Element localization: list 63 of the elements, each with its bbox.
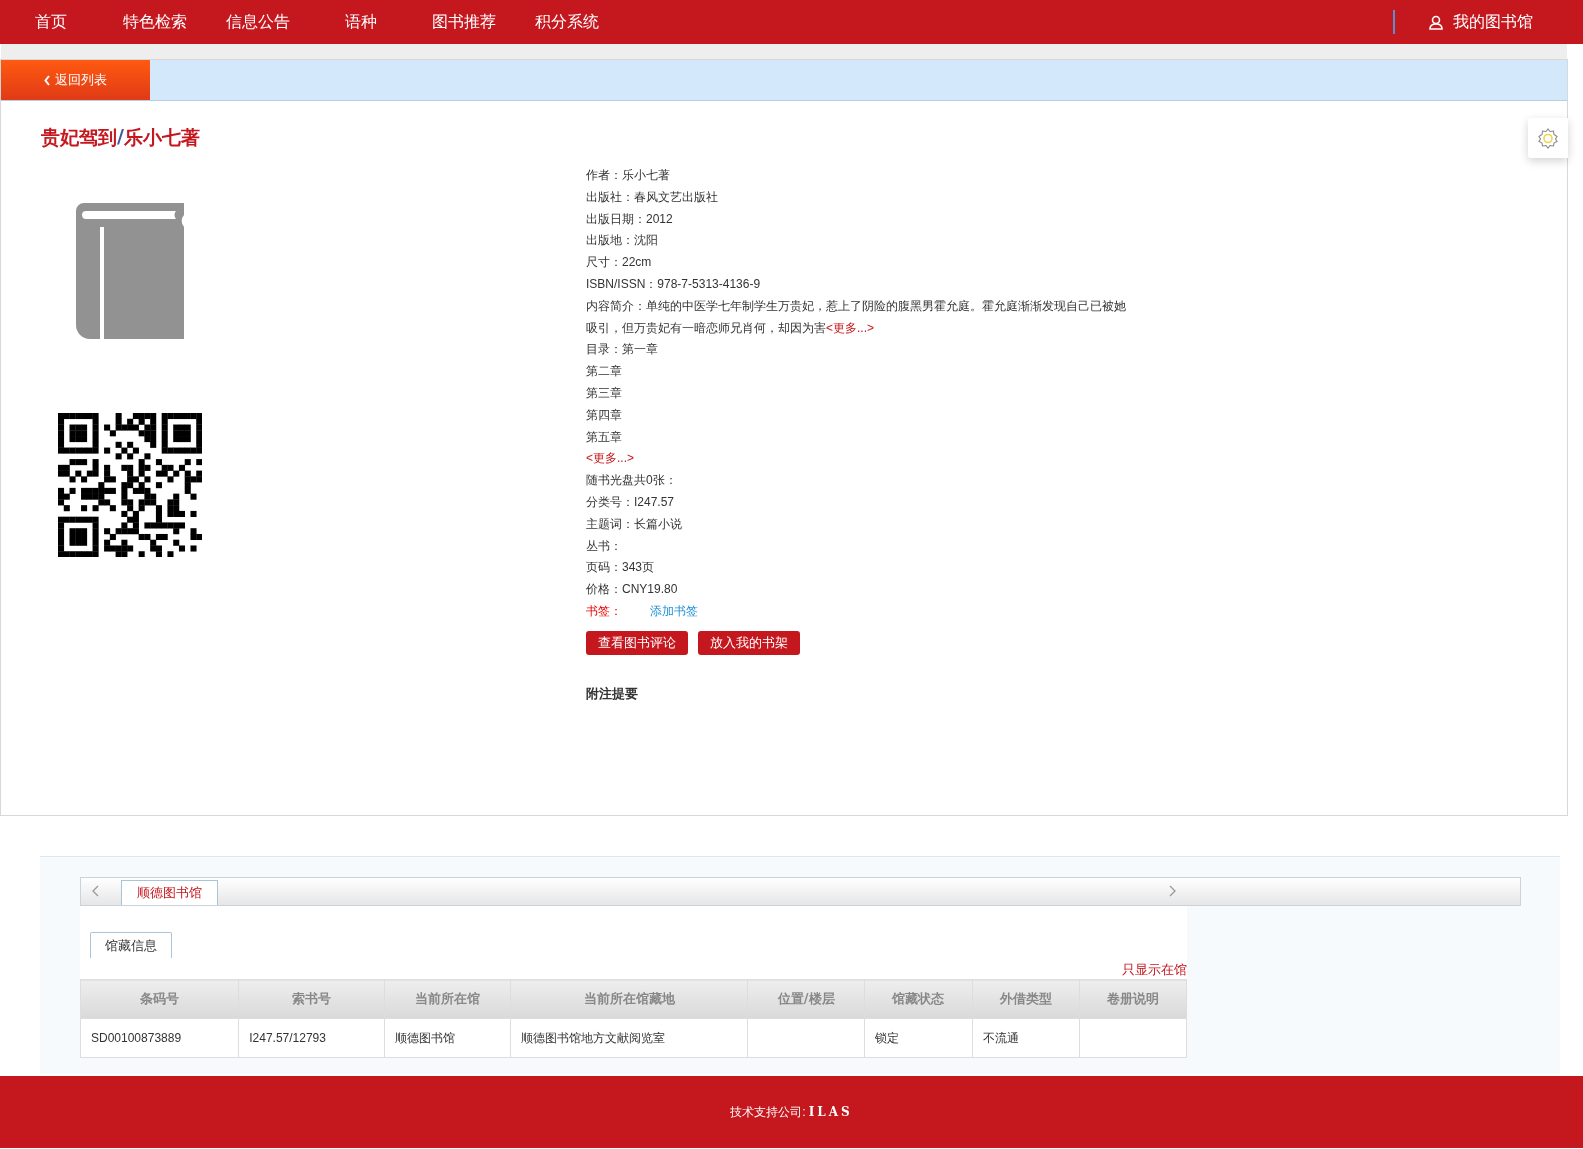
detail-field: 分类号：I247.57 — [586, 491, 1136, 514]
book-title: 贵妃驾到 — [41, 125, 117, 150]
contents-entry: 第五章 — [586, 428, 623, 446]
company-name: ILAS — [808, 1105, 853, 1119]
detail-field: 出版地：沈阳 — [586, 230, 1136, 253]
table-cell: 顺德图书馆地方文献阅览室 — [510, 1018, 748, 1058]
library-tab[interactable]: 顺德图书馆 — [121, 880, 218, 905]
nav-link[interactable]: 首页 — [35, 11, 123, 33]
column-header: 卷册说明 — [1079, 979, 1187, 1019]
back-button[interactable]: 返回列表 — [1, 60, 150, 100]
title-separator: / — [117, 125, 124, 149]
available-only-link[interactable]: 只显示在馆 — [1122, 962, 1187, 977]
view-reviews-button[interactable]: 查看图书评论 — [586, 630, 688, 655]
table-cell: 锁定 — [864, 1018, 973, 1058]
more-link[interactable]: <更多...> — [826, 320, 875, 335]
column-header: 当前所在馆 — [384, 979, 511, 1019]
add-to-shelf-button[interactable]: 放入我的书架 — [698, 630, 800, 655]
column-header: 外借类型 — [972, 979, 1080, 1019]
table-cell: 不流通 — [972, 1018, 1080, 1058]
column-header: 位置/楼层 — [747, 979, 865, 1019]
chevron-right-icon[interactable] — [1169, 885, 1176, 897]
chevron-left-icon[interactable] — [92, 885, 99, 897]
detail-field: 作者：乐小七著 — [586, 165, 1136, 187]
book-summary: 内容简介：单纯的中医学七年制学生万贵妃，惹上了阴险的腹黑男霍允庭。霍允庭渐渐发现自己已被她吸引，但万贵妃有一暗恋师兄肖何，却因为害<更多...> — [586, 297, 1127, 337]
detail-field: 尺寸：22cm — [586, 252, 1136, 274]
bookmark-label: 书签： — [586, 603, 622, 618]
detail-field: 主题词：长篇小说 — [586, 513, 1136, 536]
detail-field: ISBN/ISSN：978-7-5313-4136-9 — [586, 274, 1136, 296]
chevron-left-icon — [44, 74, 51, 86]
column-header: 当前所在馆藏地 — [510, 979, 748, 1019]
my-library-link[interactable]: 我的图书馆 — [1429, 11, 1533, 33]
table-cell: I247.57/12793 — [238, 1018, 385, 1058]
notes-heading: 附注提要 — [586, 684, 639, 703]
nav-link[interactable]: 语种 — [345, 11, 432, 33]
nav-link[interactable]: 信息公告 — [226, 11, 345, 33]
book-icon — [76, 203, 184, 339]
detail-field: 目录：第一章 — [586, 339, 1136, 362]
detail-field: 页码：343页 — [586, 557, 1136, 580]
more-link[interactable]: <更多...> — [586, 451, 635, 466]
contents-entry: 第二章 — [586, 363, 623, 381]
settings-button[interactable] — [1528, 118, 1568, 158]
column-header: 索书号 — [238, 979, 385, 1019]
detail-field: 丛书： — [586, 535, 1136, 558]
nav-link[interactable]: 特色检索 — [123, 11, 226, 33]
add-bookmark-link[interactable]: 添加书签 — [650, 603, 698, 618]
book-author: 乐小七著 — [123, 125, 200, 150]
qr-code-icon — [58, 413, 202, 557]
contents-entry: 第四章 — [586, 406, 623, 424]
user-icon — [1429, 14, 1443, 30]
footer-label: 技术支持公司: — [730, 1103, 806, 1121]
nav-link[interactable]: 积分系统 — [535, 11, 615, 33]
nav-link[interactable]: 图书推荐 — [432, 11, 535, 33]
column-header: 条码号 — [80, 979, 239, 1019]
table-cell: 顺德图书馆 — [384, 1018, 511, 1058]
column-header: 馆藏状态 — [864, 979, 973, 1019]
detail-field: 出版社：春风文艺出版社 — [586, 186, 1136, 209]
detail-field: 随书光盘共0张： — [586, 470, 1136, 492]
table-cell: SD00100873889 — [80, 1018, 239, 1058]
settings-icon — [1538, 127, 1558, 149]
detail-field: 出版日期：2012 — [586, 208, 1136, 231]
holdings-tab[interactable]: 馆藏信息 — [90, 932, 172, 958]
contents-entry: 第三章 — [586, 384, 623, 402]
detail-field: 价格：CNY19.80 — [586, 579, 1136, 601]
